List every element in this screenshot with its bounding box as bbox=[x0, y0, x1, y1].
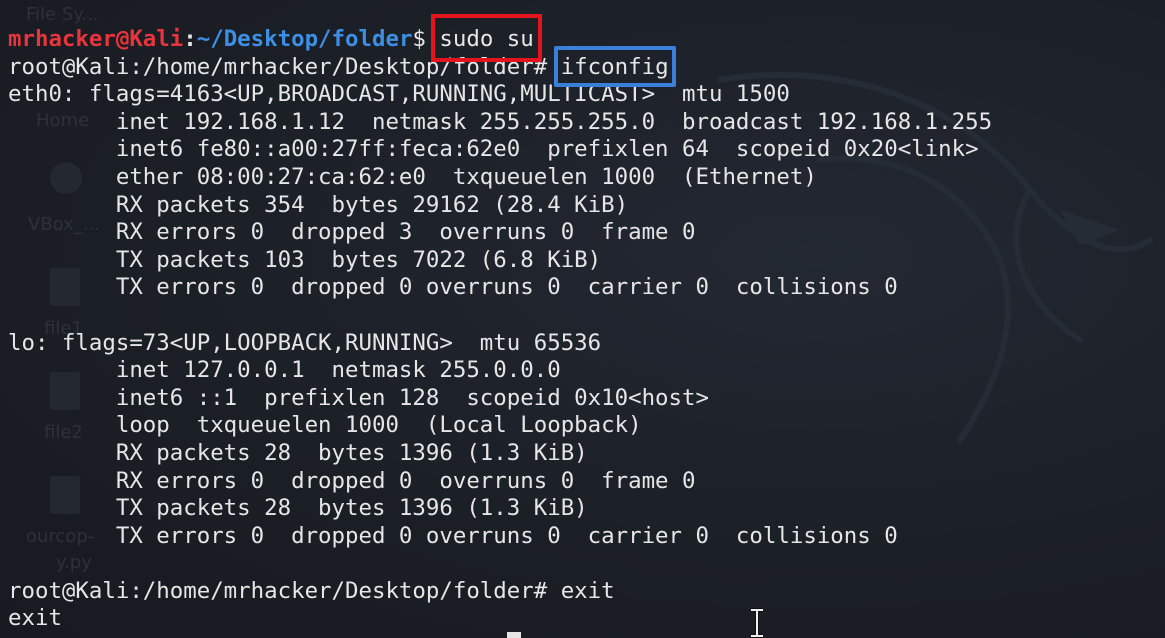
text-cursor-ibeam-icon bbox=[751, 608, 763, 638]
root-prompt: root@Kali:/home/mrhacker/Desktop/folder# bbox=[8, 577, 561, 604]
command-text: exit bbox=[560, 577, 615, 604]
output-line: inet 127.0.0.1 netmask 255.0.0.0 bbox=[8, 357, 561, 384]
terminal-line-prompt-root: root@Kali:/home/mrhacker/Desktop/folder#… bbox=[8, 45, 1158, 88]
output-line: ether 08:00:27:ca:62:e0 txqueuelen 1000 … bbox=[8, 163, 817, 190]
output-line: RX packets 354 bytes 29162 (28.4 KiB) bbox=[8, 191, 629, 218]
output-line: TX errors 0 dropped 0 overruns 0 carrier… bbox=[8, 274, 898, 301]
terminal-output[interactable]: mrhacker@Kali:~/Desktop/folder$ sudo su … bbox=[8, 14, 1158, 633]
red-highlight-box bbox=[431, 14, 542, 62]
output-line: inet6 ::1 prefixlen 128 scopeid 0x10<hos… bbox=[8, 384, 709, 411]
terminal-line-prompt-exit: root@Kali:/home/mrhacker/Desktop/folder#… bbox=[8, 578, 1158, 606]
output-line: TX packets 28 bytes 1396 (1.3 KiB) bbox=[8, 495, 588, 522]
output-line: lo: flags=73<UP,LOOPBACK,RUNNING> mtu 65… bbox=[8, 329, 602, 356]
output-line: TX errors 0 dropped 0 overruns 0 carrier… bbox=[8, 522, 898, 549]
prompt-user-host: mrhacker@Kali bbox=[8, 26, 184, 52]
terminal-cursor bbox=[507, 632, 521, 638]
output-line: loop txqueuelen 1000 (Local Loopback) bbox=[8, 412, 642, 439]
highlighted-command-sudo: sudo su bbox=[431, 14, 542, 62]
output-line: exit bbox=[8, 605, 62, 632]
output-line: RX packets 28 bytes 1396 (1.3 KiB) bbox=[8, 439, 588, 466]
blue-highlight-box bbox=[553, 45, 676, 88]
desktop-icon-label[interactable]: File Sy... bbox=[26, 4, 99, 25]
prompt-path: ~/Desktop/folder bbox=[196, 26, 413, 52]
output-line: inet 192.168.1.12 netmask 255.255.255.0 … bbox=[8, 108, 993, 135]
output-line: RX errors 0 dropped 3 overruns 0 frame 0 bbox=[8, 219, 696, 246]
output-line: TX packets 103 bytes 7022 (6.8 KiB) bbox=[8, 246, 602, 273]
output-line: RX errors 0 dropped 0 overruns 0 frame 0 bbox=[8, 467, 696, 494]
highlighted-command-ifconfig: ifconfig bbox=[553, 45, 676, 88]
output-line: inet6 fe80::a00:27ff:feca:62e0 prefixlen… bbox=[8, 136, 979, 163]
prompt-separator: : bbox=[183, 26, 197, 52]
